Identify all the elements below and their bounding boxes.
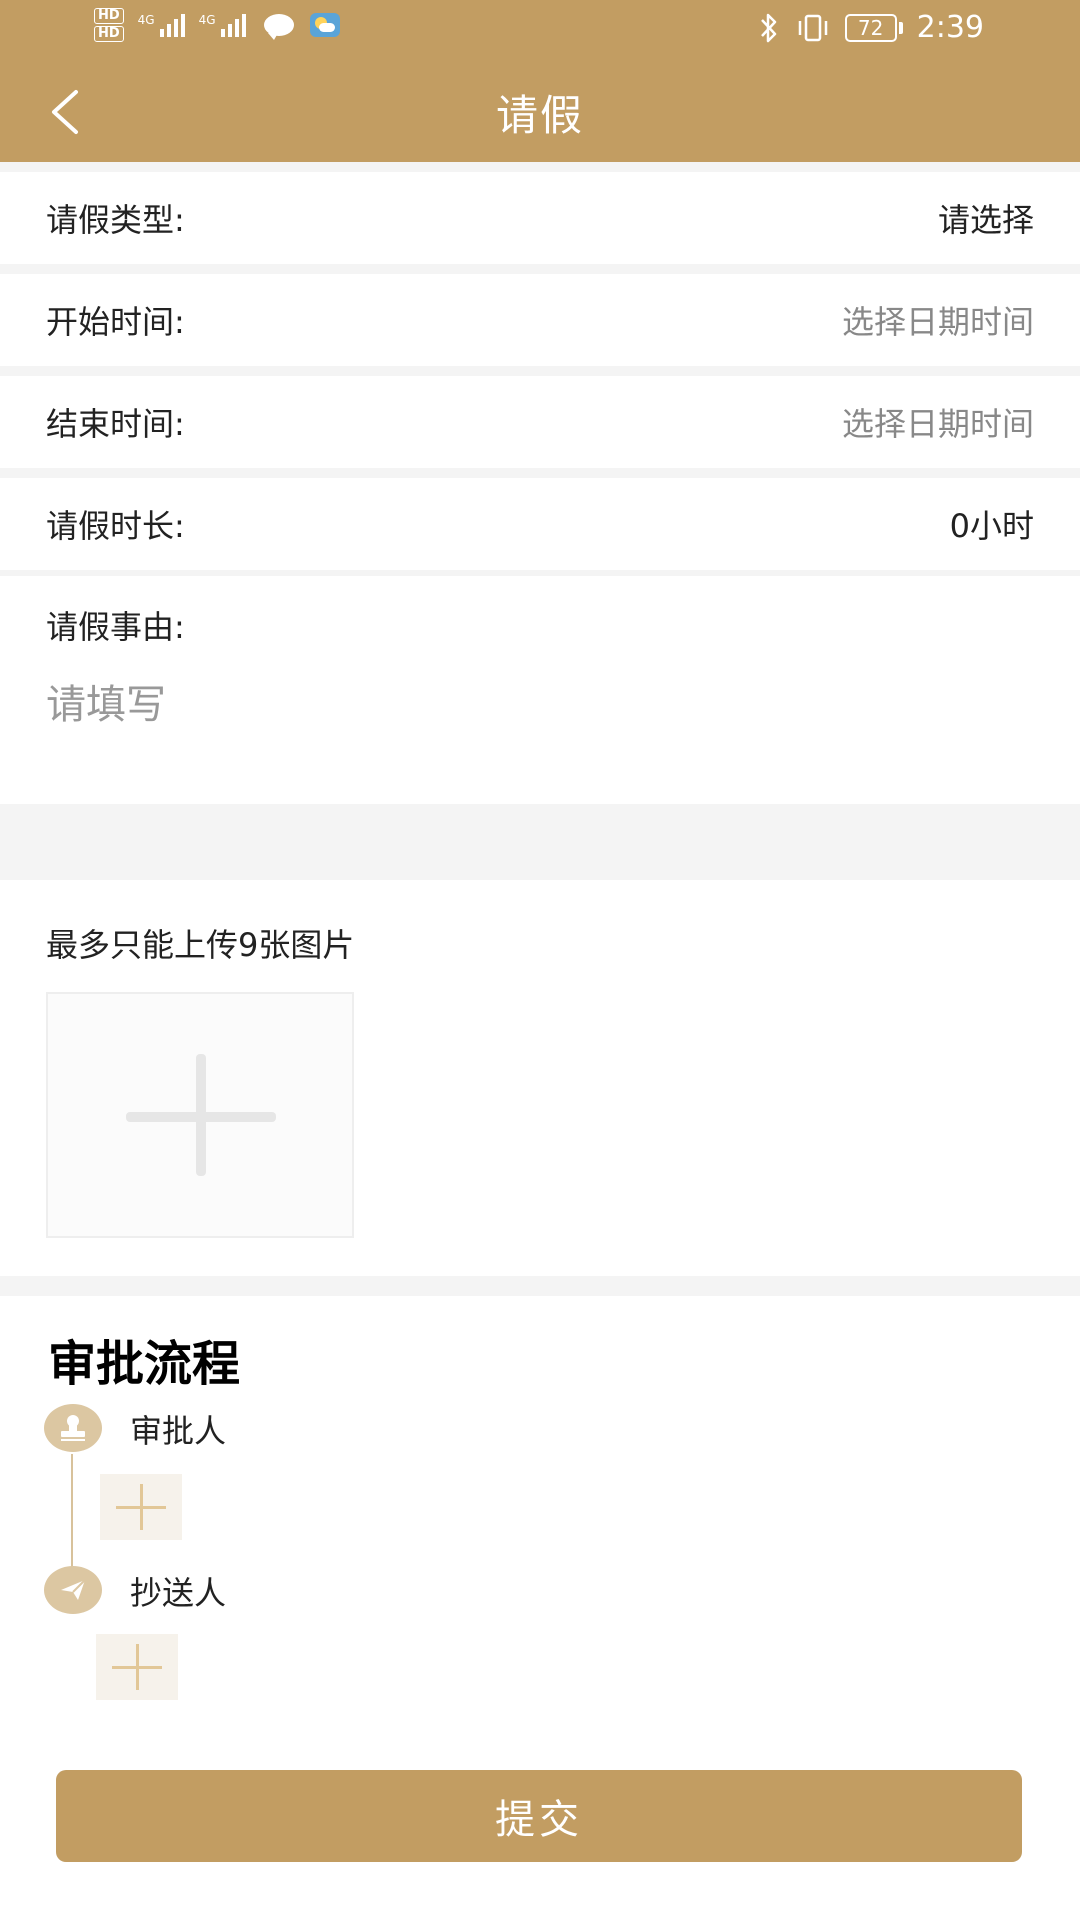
leave-type-row[interactable]: 请假类型: 请选择 [0, 172, 1080, 264]
hd-badges: HD HD [94, 8, 124, 42]
status-left: HD HD 4G 4G [94, 8, 340, 42]
end-time-row[interactable]: 结束时间: 选择日期时间 [0, 376, 1080, 468]
reason-label: 请假事由: [46, 608, 185, 646]
divider [0, 264, 1080, 274]
divider [0, 162, 1080, 172]
end-time-label: 结束时间: [46, 405, 185, 443]
approval-flow-title: 审批流程 [48, 1336, 241, 1392]
page: HD HD 4G 4G 72 2:39 请假 请假类型: 请选择 开始时间: 选… [0, 0, 1080, 1920]
app-header: HD HD 4G 4G 72 2:39 请假 [0, 0, 1080, 162]
battery-level: 72 [844, 13, 897, 42]
cc-label: 抄送人 [130, 1574, 227, 1612]
divider [0, 468, 1080, 478]
signal-icon-1: 4G [137, 12, 185, 37]
signal-icon-2: 4G [198, 12, 246, 37]
stamp-icon [44, 1404, 102, 1452]
status-bar: HD HD 4G 4G 72 2:39 [0, 0, 1080, 60]
network-type-1: 4G [137, 12, 155, 27]
weather-icon [309, 13, 340, 37]
approver-label: 审批人 [130, 1412, 227, 1450]
reason-input[interactable] [46, 670, 1026, 740]
duration-value: 0小时 [949, 507, 1034, 545]
message-icon [263, 14, 294, 40]
bluetooth-icon [760, 13, 776, 42]
hd-badge-2: HD [94, 26, 124, 42]
section-separator [0, 1276, 1080, 1296]
page-title: 请假 [495, 91, 584, 140]
divider [0, 366, 1080, 376]
submit-button[interactable]: 提交 [56, 1770, 1022, 1862]
start-time-row[interactable]: 开始时间: 选择日期时间 [0, 274, 1080, 366]
status-time: 2:39 [916, 10, 984, 45]
network-type-2: 4G [198, 12, 216, 27]
approval-flow-section: 审批流程 审批人 抄送人 [0, 1296, 1080, 1736]
start-time-picker[interactable]: 选择日期时间 [842, 297, 1034, 343]
image-upload-section: 最多只能上传9张图片 [0, 880, 1080, 1276]
send-icon [44, 1566, 102, 1614]
reason-section: 请假事由: [0, 576, 1080, 804]
hd-badge-1: HD [94, 8, 124, 24]
upload-hint: 最多只能上传9张图片 [46, 926, 355, 964]
start-time-label: 开始时间: [46, 303, 185, 341]
leave-type-select[interactable]: 请选择 [938, 195, 1034, 241]
battery-icon: 72 [844, 13, 903, 42]
duration-row: 请假时长: 0小时 [0, 478, 1080, 570]
leave-type-label: 请假类型: [46, 201, 185, 239]
section-separator [0, 804, 1080, 880]
add-cc-button[interactable] [96, 1634, 178, 1700]
duration-label: 请假时长: [46, 507, 185, 545]
add-image-button[interactable] [46, 992, 354, 1238]
end-time-picker[interactable]: 选择日期时间 [842, 399, 1034, 445]
status-right: 72 2:39 [757, 10, 984, 45]
add-approver-button[interactable] [100, 1474, 182, 1540]
vibrate-icon [798, 14, 827, 41]
